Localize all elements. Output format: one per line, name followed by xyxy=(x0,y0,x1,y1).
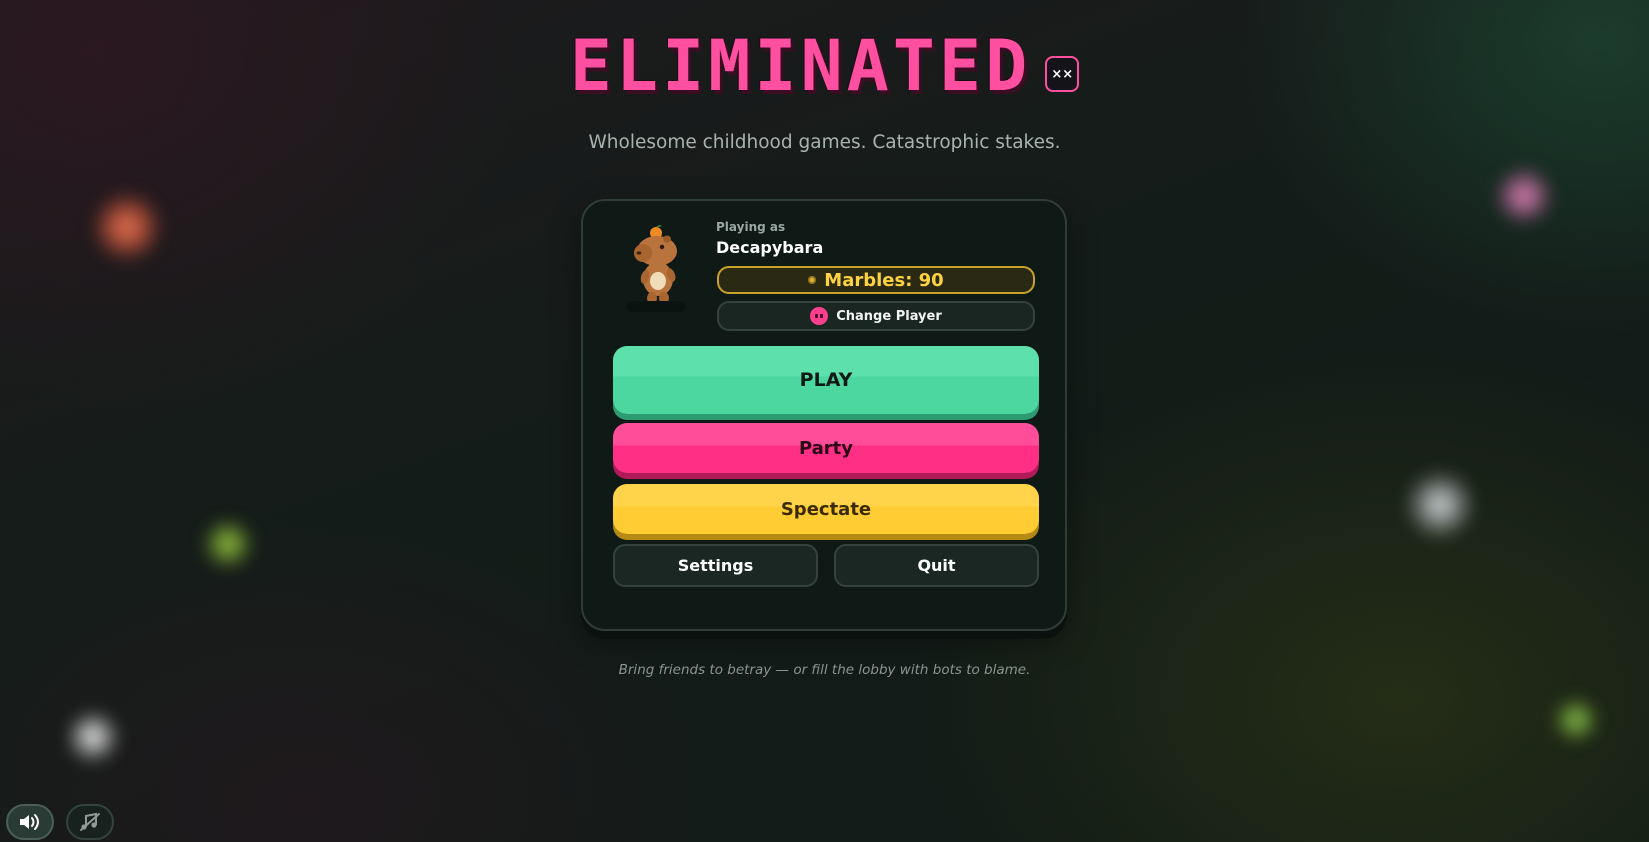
playing-as-label: Playing as xyxy=(716,220,786,234)
avatar-shadow xyxy=(626,301,686,312)
music-muted-icon xyxy=(80,812,100,831)
player-name: Decapybara xyxy=(716,238,824,257)
main-menu-card: Playing as Decapybara Marbles: 90 Change… xyxy=(581,199,1067,631)
party-button[interactable]: Party xyxy=(613,423,1039,473)
background-orb xyxy=(1553,697,1599,743)
change-player-label: Change Player xyxy=(836,308,942,324)
background-orb xyxy=(202,518,254,570)
capybara-avatar-icon xyxy=(634,225,677,304)
background-orb xyxy=(1495,167,1553,225)
quit-button[interactable]: Quit xyxy=(834,544,1039,587)
marbles-badge: Marbles: 90 xyxy=(717,266,1035,294)
footer-note: Bring friends to betray — or fill the lo… xyxy=(618,662,1031,678)
tagline: Wholesome childhood games. Catastrophic … xyxy=(588,132,1061,153)
play-button[interactable]: PLAY xyxy=(613,346,1039,414)
spectate-button[interactable]: Spectate xyxy=(613,484,1039,534)
settings-button[interactable]: Settings xyxy=(613,544,818,587)
player-face-icon xyxy=(810,307,829,325)
title-badge: ×× xyxy=(1045,56,1080,92)
player-avatar xyxy=(627,223,699,313)
speaker-icon xyxy=(20,814,39,830)
sound-toggle-button[interactable] xyxy=(6,804,54,840)
title-row: ELIMINATED ×× xyxy=(0,28,1649,104)
marble-icon xyxy=(808,276,817,284)
marbles-text: Marbles: 90 xyxy=(824,269,944,291)
background-orb xyxy=(1405,470,1475,540)
music-toggle-button[interactable] xyxy=(66,804,114,840)
change-player-button[interactable]: Change Player xyxy=(717,301,1035,331)
game-title: ELIMINATED xyxy=(569,25,1032,107)
background-orb xyxy=(66,710,120,764)
background-orb xyxy=(92,192,162,262)
